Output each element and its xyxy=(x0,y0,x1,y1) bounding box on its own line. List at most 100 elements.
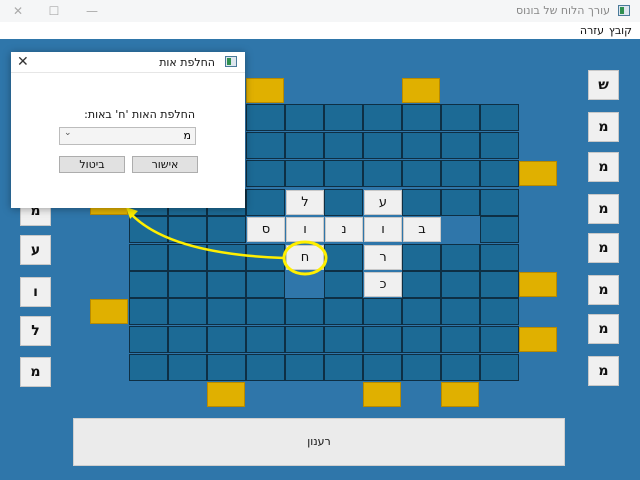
board-tile[interactable]: ר xyxy=(364,245,402,270)
board-cell[interactable] xyxy=(246,244,285,271)
board-tile[interactable]: כ xyxy=(364,272,402,297)
board-cell[interactable] xyxy=(324,132,363,159)
board-cell[interactable] xyxy=(324,298,363,325)
board-cell[interactable] xyxy=(480,354,519,381)
board-cell[interactable] xyxy=(441,160,480,187)
rack-letter-right[interactable]: ש xyxy=(588,70,619,100)
board-cell[interactable] xyxy=(441,189,480,216)
board-cell[interactable] xyxy=(285,104,324,131)
board-cell[interactable] xyxy=(480,216,519,243)
board-cell[interactable] xyxy=(207,326,246,353)
board-cell[interactable] xyxy=(480,244,519,271)
board-cell[interactable] xyxy=(402,189,441,216)
board-cell[interactable] xyxy=(168,354,207,381)
board-cell[interactable] xyxy=(480,160,519,187)
board-cell[interactable] xyxy=(324,104,363,131)
board-cell[interactable] xyxy=(402,271,441,298)
board-cell[interactable] xyxy=(168,244,207,271)
board-tile[interactable]: ב xyxy=(403,217,441,242)
rack-letter-right[interactable]: מ xyxy=(588,112,619,142)
board-tile[interactable]: ו xyxy=(364,217,402,242)
board-cell[interactable] xyxy=(363,160,402,187)
board-cell[interactable] xyxy=(246,160,285,187)
board-cell[interactable] xyxy=(480,104,519,131)
board-cell[interactable] xyxy=(402,244,441,271)
board-cell[interactable] xyxy=(246,104,285,131)
board-cell[interactable] xyxy=(324,326,363,353)
board-cell[interactable] xyxy=(480,298,519,325)
board-tile[interactable]: ס xyxy=(247,217,285,242)
board-cell[interactable] xyxy=(441,354,480,381)
board-cell[interactable] xyxy=(168,271,207,298)
board-cell[interactable] xyxy=(129,298,168,325)
board-tile[interactable]: ע xyxy=(364,190,402,215)
rack-letter-right[interactable]: מ xyxy=(588,356,619,386)
maximize-button[interactable]: ☐ xyxy=(44,2,64,20)
rack-letter-right[interactable]: מ xyxy=(588,314,619,344)
board-cell[interactable] xyxy=(324,189,363,216)
rack-letter-right[interactable]: מ xyxy=(588,233,619,263)
rack-letter-left[interactable]: ו xyxy=(20,277,51,307)
close-window-button[interactable]: ✕ xyxy=(8,2,28,20)
board-cell[interactable] xyxy=(207,271,246,298)
board-cell[interactable] xyxy=(363,354,402,381)
board-cell[interactable] xyxy=(168,326,207,353)
board-cell[interactable] xyxy=(441,104,480,131)
menu-help[interactable]: עזרה xyxy=(580,24,604,37)
board-cell[interactable] xyxy=(402,104,441,131)
board-cell[interactable] xyxy=(480,271,519,298)
rack-letter-left[interactable]: ע xyxy=(20,235,51,265)
board-cell[interactable] xyxy=(480,326,519,353)
rack-letter-left[interactable]: ל xyxy=(20,316,51,346)
letter-select[interactable]: מ ⌄ xyxy=(59,127,196,145)
board-cell[interactable] xyxy=(441,271,480,298)
board-tile[interactable]: ל xyxy=(286,190,324,215)
board-cell[interactable] xyxy=(363,298,402,325)
board-cell[interactable] xyxy=(363,132,402,159)
board-cell[interactable] xyxy=(246,189,285,216)
board-cell[interactable] xyxy=(441,244,480,271)
board-cell[interactable] xyxy=(246,326,285,353)
board-cell[interactable] xyxy=(168,298,207,325)
rack-letter-right[interactable]: מ xyxy=(588,275,619,305)
board-cell[interactable] xyxy=(168,216,207,243)
board-cell[interactable] xyxy=(207,354,246,381)
board-cell[interactable] xyxy=(402,298,441,325)
board-tile-selected[interactable]: ח xyxy=(286,245,324,270)
board-cell[interactable] xyxy=(480,132,519,159)
board-cell[interactable] xyxy=(129,244,168,271)
rack-letter-left[interactable]: מ xyxy=(20,357,51,387)
board-cell[interactable] xyxy=(441,132,480,159)
board-cell[interactable] xyxy=(285,160,324,187)
board-cell[interactable] xyxy=(207,244,246,271)
board-cell[interactable] xyxy=(246,132,285,159)
board-cell[interactable] xyxy=(129,326,168,353)
board-tile[interactable]: ו xyxy=(286,217,324,242)
board-cell[interactable] xyxy=(285,132,324,159)
board-cell[interactable] xyxy=(324,354,363,381)
board-cell[interactable] xyxy=(402,160,441,187)
board-cell[interactable] xyxy=(441,298,480,325)
menu-file[interactable]: קובץ xyxy=(609,24,632,37)
minimize-button[interactable]: — xyxy=(82,2,102,20)
board-cell[interactable] xyxy=(246,298,285,325)
board-cell[interactable] xyxy=(285,298,324,325)
confirm-button[interactable]: אישור xyxy=(132,156,198,173)
board-cell[interactable] xyxy=(402,132,441,159)
refresh-button[interactable]: רענון xyxy=(73,418,565,466)
board-cell[interactable] xyxy=(246,354,285,381)
board-cell[interactable] xyxy=(285,326,324,353)
dialog-close-button[interactable]: ✕ xyxy=(17,54,29,70)
board-tile[interactable]: נ xyxy=(325,217,363,242)
board-cell[interactable] xyxy=(129,216,168,243)
board-cell[interactable] xyxy=(324,244,363,271)
board-cell[interactable] xyxy=(324,271,363,298)
board-cell[interactable] xyxy=(207,298,246,325)
board-cell[interactable] xyxy=(363,104,402,131)
board-cell[interactable] xyxy=(402,354,441,381)
board-cell[interactable] xyxy=(246,271,285,298)
board-cell[interactable] xyxy=(129,271,168,298)
board-cell[interactable] xyxy=(363,326,402,353)
board-cell[interactable] xyxy=(129,354,168,381)
board-cell[interactable] xyxy=(441,326,480,353)
